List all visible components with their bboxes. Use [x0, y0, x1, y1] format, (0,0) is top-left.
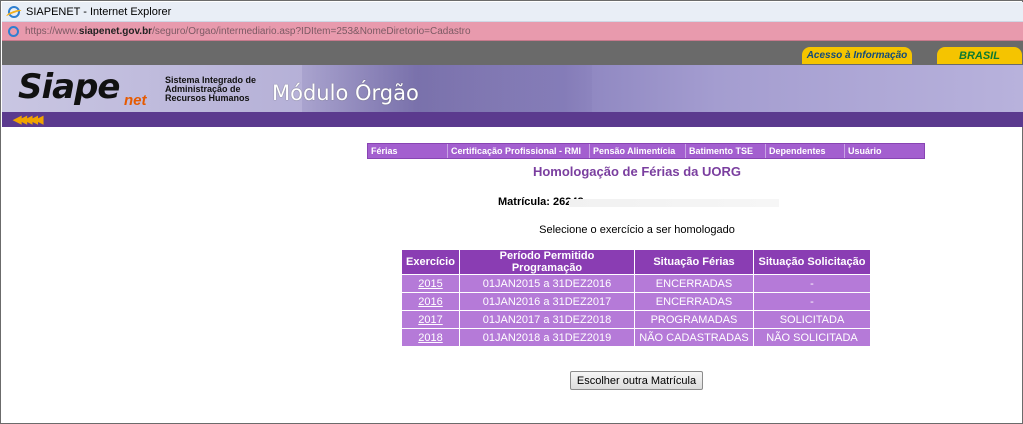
- cell-situacao-solicitacao: -: [754, 275, 870, 292]
- cell-exercicio: 2016: [402, 293, 459, 310]
- table-row: 2015 01JAN2015 a 31DEZ2016 ENCERRADAS -: [402, 275, 870, 292]
- ie-logo-icon: [8, 5, 20, 18]
- window-titlebar: SIAPENET - Internet Explorer: [2, 2, 1023, 22]
- brasil-link[interactable]: BRASIL: [937, 47, 1022, 64]
- exercicio-link[interactable]: 2017: [418, 314, 442, 326]
- url-prefix: https://www.: [25, 25, 79, 37]
- menu-item-usuario[interactable]: Usuário: [845, 144, 924, 158]
- browser-window: SIAPENET - Internet Explorer https://www…: [0, 0, 1023, 424]
- header-situacao-solicitacao: Situação Solicitação: [754, 250, 870, 274]
- ie-page-icon: [8, 25, 19, 37]
- siapenet-banner: Siape net Sistema Integrado de Administr…: [2, 65, 1023, 112]
- nav-strip: ◀◀◀◀◀: [2, 112, 1023, 127]
- table-row: 2018 01JAN2018 a 31DEZ2019 NÃO CADASTRAD…: [402, 329, 870, 346]
- escolher-outra-matricula-button[interactable]: Escolher outra Matrícula: [570, 371, 703, 390]
- siape-logo-net: net: [124, 92, 147, 109]
- cell-situacao-ferias: NÃO CADASTRADAS: [635, 329, 753, 346]
- cell-periodo: 01JAN2016 a 31DEZ2017: [460, 293, 634, 310]
- page-title: Homologação de Férias da UORG: [532, 164, 742, 179]
- cell-exercicio: 2017: [402, 311, 459, 328]
- module-title: Módulo Órgão: [272, 81, 419, 105]
- header-periodo: Período Permitido Programação: [460, 250, 634, 274]
- cell-exercicio: 2015: [402, 275, 459, 292]
- exercicio-link[interactable]: 2018: [418, 332, 442, 344]
- siape-logo: Siape: [18, 67, 120, 107]
- instruction-text: Selecione o exercício a ser homologado: [539, 224, 735, 236]
- redacted-name: [569, 199, 779, 207]
- header-situacao-ferias: Situação Férias: [635, 250, 753, 274]
- exercicio-link[interactable]: 2015: [418, 278, 442, 290]
- menu-item-certificacao[interactable]: Certificação Profissional - RMI: [448, 144, 590, 158]
- cell-situacao-solicitacao: NÃO SOLICITADA: [754, 329, 870, 346]
- acesso-informacao-link[interactable]: Acesso à Informação: [802, 47, 912, 64]
- menu-item-ferias[interactable]: Férias: [368, 144, 448, 158]
- address-bar[interactable]: https://www. siapenet.gov.br/seguro/Orgao…: [2, 22, 1023, 41]
- cell-periodo: 01JAN2018 a 31DEZ2019: [460, 329, 634, 346]
- menu-item-pensao[interactable]: Pensão Alimentícia: [590, 144, 686, 158]
- cell-situacao-ferias: PROGRAMADAS: [635, 311, 753, 328]
- back-arrows-icon[interactable]: ◀◀◀◀◀: [13, 113, 43, 126]
- window-title: SIAPENET - Internet Explorer: [26, 5, 172, 18]
- url-host: siapenet.gov.br: [78, 25, 153, 37]
- exercicios-table: Exercício Período Permitido Programação …: [401, 249, 871, 347]
- url-path: /seguro/Orgao/intermediario.asp?IDItem=2…: [152, 25, 471, 37]
- table-header-row: Exercício Período Permitido Programação …: [402, 250, 870, 274]
- table-row: 2016 01JAN2016 a 31DEZ2017 ENCERRADAS -: [402, 293, 870, 310]
- cell-situacao-solicitacao: -: [754, 293, 870, 310]
- cell-exercicio: 2018: [402, 329, 459, 346]
- cell-situacao-ferias: ENCERRADAS: [635, 275, 753, 292]
- exercicio-link[interactable]: 2016: [418, 296, 442, 308]
- cell-situacao-ferias: ENCERRADAS: [635, 293, 753, 310]
- menu-item-batimento[interactable]: Batimento TSE: [686, 144, 766, 158]
- menu-item-dependentes[interactable]: Dependentes: [766, 144, 845, 158]
- table-row: 2017 01JAN2017 a 31DEZ2018 PROGRAMADAS S…: [402, 311, 870, 328]
- system-name: Sistema Integrado de Administração de Re…: [165, 75, 257, 103]
- cell-periodo: 01JAN2017 a 31DEZ2018: [460, 311, 634, 328]
- cell-periodo: 01JAN2015 a 31DEZ2016: [460, 275, 634, 292]
- main-menu: Férias Certificação Profissional - RMI P…: [367, 143, 925, 159]
- cell-situacao-solicitacao: SOLICITADA: [754, 311, 870, 328]
- gov-bar: Acesso à Informação BRASIL: [2, 41, 1023, 65]
- header-exercicio: Exercício: [402, 250, 459, 274]
